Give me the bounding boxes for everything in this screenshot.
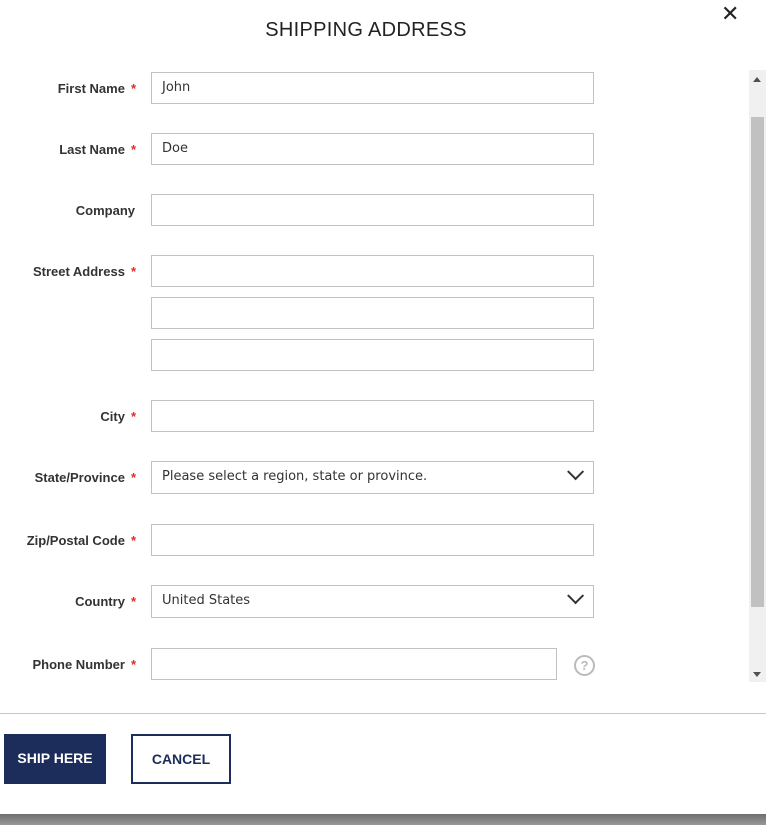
street-line2-input[interactable]	[151, 297, 594, 329]
scroll-down-icon[interactable]	[753, 672, 761, 677]
street-label: Street Address *	[32, 264, 136, 279]
state-select-value: Please select a region, state or provinc…	[162, 469, 428, 484]
close-icon[interactable]: ✕	[721, 1, 739, 27]
last-name-label: Last Name *	[59, 142, 136, 157]
backdrop-overlay	[0, 814, 766, 825]
company-input[interactable]	[151, 194, 594, 226]
ship-here-button[interactable]: SHIP HERE	[4, 734, 106, 784]
country-select[interactable]: United States	[151, 585, 594, 618]
chevron-down-icon	[567, 587, 585, 605]
country-label: Country *	[75, 594, 136, 609]
scrollbar[interactable]	[749, 70, 766, 682]
modal-title: SHIPPING ADDRESS	[265, 19, 467, 41]
last-name-input[interactable]: Doe	[151, 133, 594, 165]
phone-label: Phone Number *	[32, 657, 136, 672]
street-line3-input[interactable]	[151, 339, 594, 371]
state-select[interactable]: Please select a region, state or provinc…	[151, 461, 594, 494]
phone-input[interactable]	[151, 648, 557, 680]
street-line1-input[interactable]	[151, 255, 594, 287]
chevron-down-icon	[567, 463, 585, 481]
footer-divider	[0, 713, 766, 714]
zip-input[interactable]	[151, 524, 594, 556]
cancel-button[interactable]: CANCEL	[131, 734, 231, 784]
city-label: City *	[100, 409, 136, 424]
help-icon[interactable]: ?	[574, 655, 595, 676]
company-label: Company	[75, 203, 135, 218]
state-label: State/Province *	[34, 470, 136, 485]
country-select-value: United States	[162, 593, 251, 608]
first-name-input[interactable]: John	[151, 72, 594, 104]
scroll-up-icon[interactable]	[753, 77, 761, 82]
scrollbar-thumb[interactable]	[751, 117, 764, 607]
city-input[interactable]	[151, 400, 594, 432]
zip-label: Zip/Postal Code *	[26, 533, 136, 548]
first-name-label: First Name *	[57, 81, 136, 96]
